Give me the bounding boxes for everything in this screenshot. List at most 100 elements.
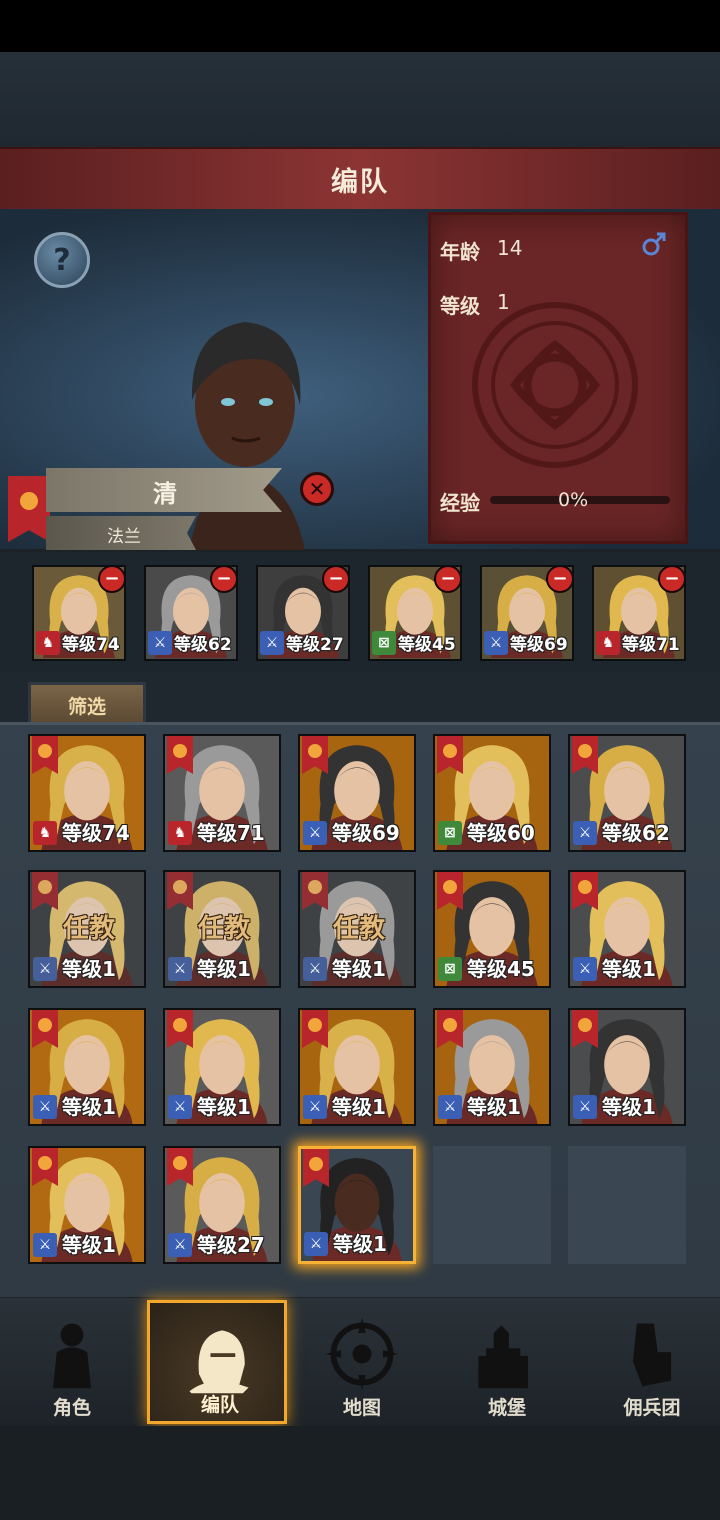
nav-tab[interactable]: 角色: [2, 1300, 142, 1424]
roster-card[interactable]: 任教 ⚔ 等级1: [298, 870, 416, 988]
status-bar: [0, 0, 720, 52]
sword-icon: ⚔: [304, 1232, 328, 1256]
remove-member-button[interactable]: −: [322, 567, 348, 593]
team-member-slot[interactable]: − ⚔ 等级62: [144, 565, 238, 661]
age-label: 年龄: [440, 240, 480, 264]
nav-label: 佣兵团: [623, 1397, 681, 1419]
xp-percent: 0%: [558, 489, 589, 511]
roster-level: 等级1: [332, 957, 386, 981]
team-member-slot[interactable]: − ⚔ 等级69: [480, 565, 574, 661]
bow-icon: ⊠: [438, 821, 462, 845]
roster-level: 等级1: [62, 957, 116, 981]
bottom-filler: [0, 1426, 720, 1520]
horse-icon: ♞: [168, 821, 192, 845]
roster-level: 等级1: [62, 1233, 116, 1257]
character-portrait: [190, 322, 305, 550]
roster-level: 等级1: [62, 1095, 116, 1119]
knight-icon: [52, 1323, 92, 1389]
roster-card[interactable]: ⚔ 等级1: [568, 1008, 686, 1126]
horse-icon: ♞: [36, 631, 60, 655]
roster-level: 等级1: [197, 957, 251, 981]
xp-label: 经验: [440, 491, 480, 515]
sword-icon: ⚔: [33, 957, 57, 981]
roster-level: 等级1: [333, 1232, 387, 1256]
level-label: 等级: [440, 294, 480, 318]
nav-tab[interactable]: 编队: [147, 1300, 287, 1424]
castle-icon: [478, 1325, 528, 1389]
task-status: 任教: [197, 914, 250, 944]
roster-level: 等级27: [197, 1233, 265, 1257]
team-member-slot[interactable]: − ⚔ 等级27: [256, 565, 350, 661]
page-title: 编队: [331, 166, 389, 198]
roster-level: 等级45: [467, 957, 535, 981]
roster-card[interactable]: ⊠ 等级60: [433, 734, 551, 852]
nav-label: 城堡: [487, 1397, 526, 1419]
sword-icon: ⚔: [438, 1095, 462, 1119]
top-backdrop: [0, 52, 720, 147]
roster-card[interactable]: ⚔ 等级69: [298, 734, 416, 852]
horse-icon: ♞: [33, 821, 57, 845]
helmet-icon: [189, 1330, 249, 1394]
question-icon: ?: [53, 242, 71, 278]
team-member-level: 等级74: [62, 635, 120, 655]
nav-label: 角色: [52, 1397, 91, 1419]
team-member-level: 等级62: [174, 635, 232, 655]
sword-icon: ⚔: [303, 1095, 327, 1119]
roster-card[interactable]: ⚔ 等级1: [298, 1008, 416, 1126]
roster-level: 等级62: [602, 821, 670, 845]
team-member-level: 等级45: [398, 635, 456, 655]
sword-icon: ⚔: [303, 821, 327, 845]
nav-tab[interactable]: 城堡: [437, 1300, 577, 1424]
sword-icon: ⚔: [573, 957, 597, 981]
sword-icon: ⚔: [573, 1095, 597, 1119]
sword-icon: ⚔: [168, 957, 192, 981]
roster-card[interactable]: ⚔ 等级1: [28, 1008, 146, 1126]
help-button[interactable]: ?: [34, 232, 90, 288]
bow-icon: ⊠: [438, 957, 462, 981]
task-status: 任教: [332, 914, 385, 944]
roster-card[interactable]: 任教 ⚔ 等级1: [163, 870, 281, 988]
empty-roster-slot: [433, 1146, 551, 1264]
roster-card[interactable]: ⚔ 等级62: [568, 734, 686, 852]
nav-label: 地图: [342, 1397, 381, 1419]
team-member-slot[interactable]: − ♞ 等级71: [592, 565, 686, 661]
sword-icon: ⚔: [33, 1095, 57, 1119]
roster-card[interactable]: ♞ 等级74: [28, 734, 146, 852]
roster-card[interactable]: ⚔ 等级27: [163, 1146, 281, 1264]
roster-card[interactable]: ⊠ 等级45: [433, 870, 551, 988]
sword-icon: ⚔: [148, 631, 172, 655]
nav-label: 编队: [200, 1394, 239, 1416]
nav-tab[interactable]: 地图: [292, 1300, 432, 1424]
roster-level: 等级71: [197, 821, 265, 845]
roster-card[interactable]: ⚔ 等级1: [298, 1146, 416, 1264]
title-banner: 编队: [0, 147, 720, 211]
task-status: 任教: [62, 914, 115, 944]
roster-card[interactable]: ⚔ 等级1: [433, 1008, 551, 1126]
nav-tab[interactable]: 佣兵团: [582, 1300, 720, 1424]
team-member-slot[interactable]: − ♞ 等级74: [32, 565, 126, 661]
remove-from-team-button[interactable]: ✕: [300, 472, 334, 506]
roster-level: 等级1: [332, 1095, 386, 1119]
remove-member-button[interactable]: −: [98, 567, 124, 593]
remove-member-button[interactable]: −: [210, 567, 236, 593]
age-value: 14: [497, 236, 523, 260]
roster-card[interactable]: ⚔ 等级1: [568, 870, 686, 988]
sword-icon: ⚔: [303, 957, 327, 981]
roster-card[interactable]: ♞ 等级71: [163, 734, 281, 852]
roster-level: 等级74: [62, 821, 130, 845]
level-value: 1: [497, 290, 510, 314]
roster-card[interactable]: ⚔ 等级1: [28, 1146, 146, 1264]
roster-card[interactable]: ⚔ 等级1: [163, 1008, 281, 1126]
remove-member-button[interactable]: −: [658, 567, 684, 593]
team-member-slot[interactable]: − ⊠ 等级45: [368, 565, 462, 661]
sword-icon: ⚔: [33, 1233, 57, 1257]
sword-icon: ⚔: [168, 1095, 192, 1119]
roster-level: 等级1: [602, 1095, 656, 1119]
compass-icon: [325, 1317, 399, 1391]
remove-member-button[interactable]: −: [546, 567, 572, 593]
roster-card[interactable]: 任教 ⚔ 等级1: [28, 870, 146, 988]
remove-member-button[interactable]: −: [434, 567, 460, 593]
sun-icon: [20, 492, 38, 510]
sword-icon: ⚔: [168, 1233, 192, 1257]
sword-icon: ⚔: [260, 631, 284, 655]
